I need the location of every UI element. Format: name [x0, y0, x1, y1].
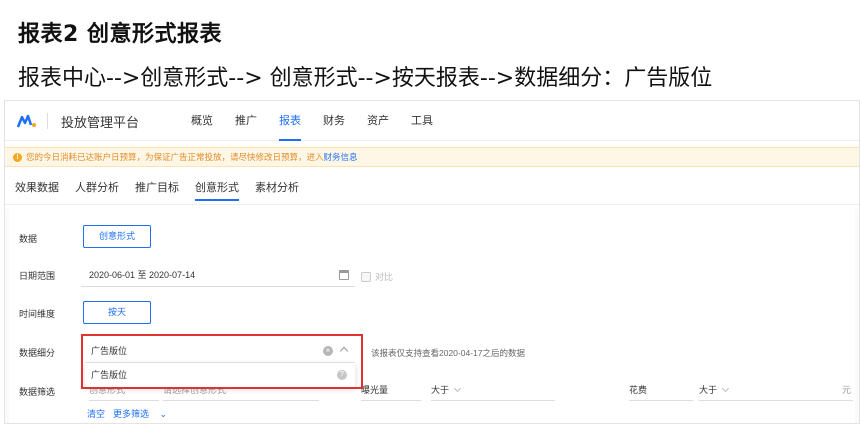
- finance-info-link[interactable]: 财务信息: [324, 148, 358, 166]
- logo-divider: [47, 113, 48, 129]
- tab-audience[interactable]: 人群分析: [75, 171, 119, 205]
- chevron-up-icon[interactable]: [339, 346, 349, 356]
- nav-promotion[interactable]: 推广: [235, 101, 257, 141]
- data-label: 数据: [19, 234, 38, 244]
- exposure-label: 曝光量: [361, 379, 421, 401]
- nav-reports[interactable]: 报表: [279, 101, 301, 141]
- breakdown-dropdown-option[interactable]: 广告版位 ?: [85, 363, 355, 387]
- time-dimension-label: 时间维度: [19, 309, 56, 319]
- help-icon: ?: [337, 370, 347, 380]
- budget-notice: ! 您的今日消耗已达账户日预算，为保证广告正常投放，请尽快修改日预算，进入 财务…: [5, 147, 859, 167]
- notice-text: 您的今日消耗已达账户日预算，为保证广告正常投放，请尽快修改日预算，进入: [26, 152, 324, 162]
- nav-tools[interactable]: 工具: [411, 101, 433, 141]
- calendar-icon[interactable]: [339, 270, 349, 280]
- report-subtabs: 效果数据 人群分析 推广目标 创意形式 素材分析: [5, 171, 859, 205]
- creative-format-button[interactable]: 创意形式: [83, 225, 151, 248]
- app-name: 投放管理平台: [61, 115, 140, 130]
- nav-finance[interactable]: 财务: [323, 101, 345, 141]
- cost-unit: 元: [841, 385, 851, 395]
- breakdown-hint: 该报表仅支持查看2020-04-17之后的数据: [371, 348, 525, 358]
- logo-icon: [17, 114, 36, 128]
- more-filters-label: 更多筛选: [113, 409, 150, 419]
- clear-icon[interactable]: ×: [323, 346, 333, 356]
- exposure-operator-value: 大于: [431, 385, 450, 395]
- breakdown-value: 广告版位: [91, 346, 128, 356]
- dropdown-option-label: 广告版位: [91, 370, 128, 380]
- more-filters-link[interactable]: 更多筛选 ⌄: [113, 407, 167, 420]
- date-range-input[interactable]: 2020-06-01 至 2020-07-14: [81, 263, 355, 287]
- tab-material[interactable]: 素材分析: [255, 171, 299, 205]
- exposure-operator-select[interactable]: 大于: [431, 379, 555, 401]
- top-bar: 投放管理平台 概览 推广 报表 财务 资产 工具: [5, 101, 859, 141]
- chevron-down-icon: [721, 384, 730, 393]
- screenshot-frame: 投放管理平台 概览 推广 报表 财务 资产 工具 ! 您的今日消耗已达账户日预算…: [4, 100, 860, 424]
- doc-path: 报表中心-->创意形式--> 创意形式-->按天报表-->数据细分：广告版位: [18, 66, 713, 91]
- filter-links: 清空 更多筛选 ⌄: [87, 407, 175, 420]
- breakdown-label: 数据细分: [19, 348, 56, 358]
- cost-operator-value: 大于: [699, 385, 718, 395]
- checkbox-icon: [361, 271, 371, 282]
- warning-icon: !: [13, 152, 22, 162]
- cost-label: 花费: [629, 379, 693, 401]
- cost-operator-select[interactable]: 大于 元: [699, 379, 853, 401]
- tab-effect-data[interactable]: 效果数据: [15, 171, 59, 205]
- chevron-down-icon: [453, 384, 462, 393]
- tab-creative-format[interactable]: 创意形式: [195, 171, 239, 205]
- date-range-label: 日期范围: [19, 271, 56, 281]
- data-filter-label: 数据筛选: [19, 387, 56, 397]
- tab-promotion-goal[interactable]: 推广目标: [135, 171, 179, 205]
- compare-label: 对比: [375, 272, 394, 282]
- doc-title: 报表2 创意形式报表: [18, 22, 222, 47]
- nav-overview[interactable]: 概览: [191, 101, 213, 141]
- date-range-value: 2020-06-01 至 2020-07-14: [89, 270, 196, 280]
- compare-checkbox[interactable]: 对比: [361, 270, 393, 283]
- clear-link[interactable]: 清空: [87, 407, 105, 420]
- main-nav: 概览 推广 报表 财务 资产 工具: [191, 101, 455, 141]
- breakdown-select[interactable]: 广告版位 ×: [85, 339, 355, 363]
- nav-assets[interactable]: 资产: [367, 101, 389, 141]
- by-day-button[interactable]: 按天: [83, 301, 151, 324]
